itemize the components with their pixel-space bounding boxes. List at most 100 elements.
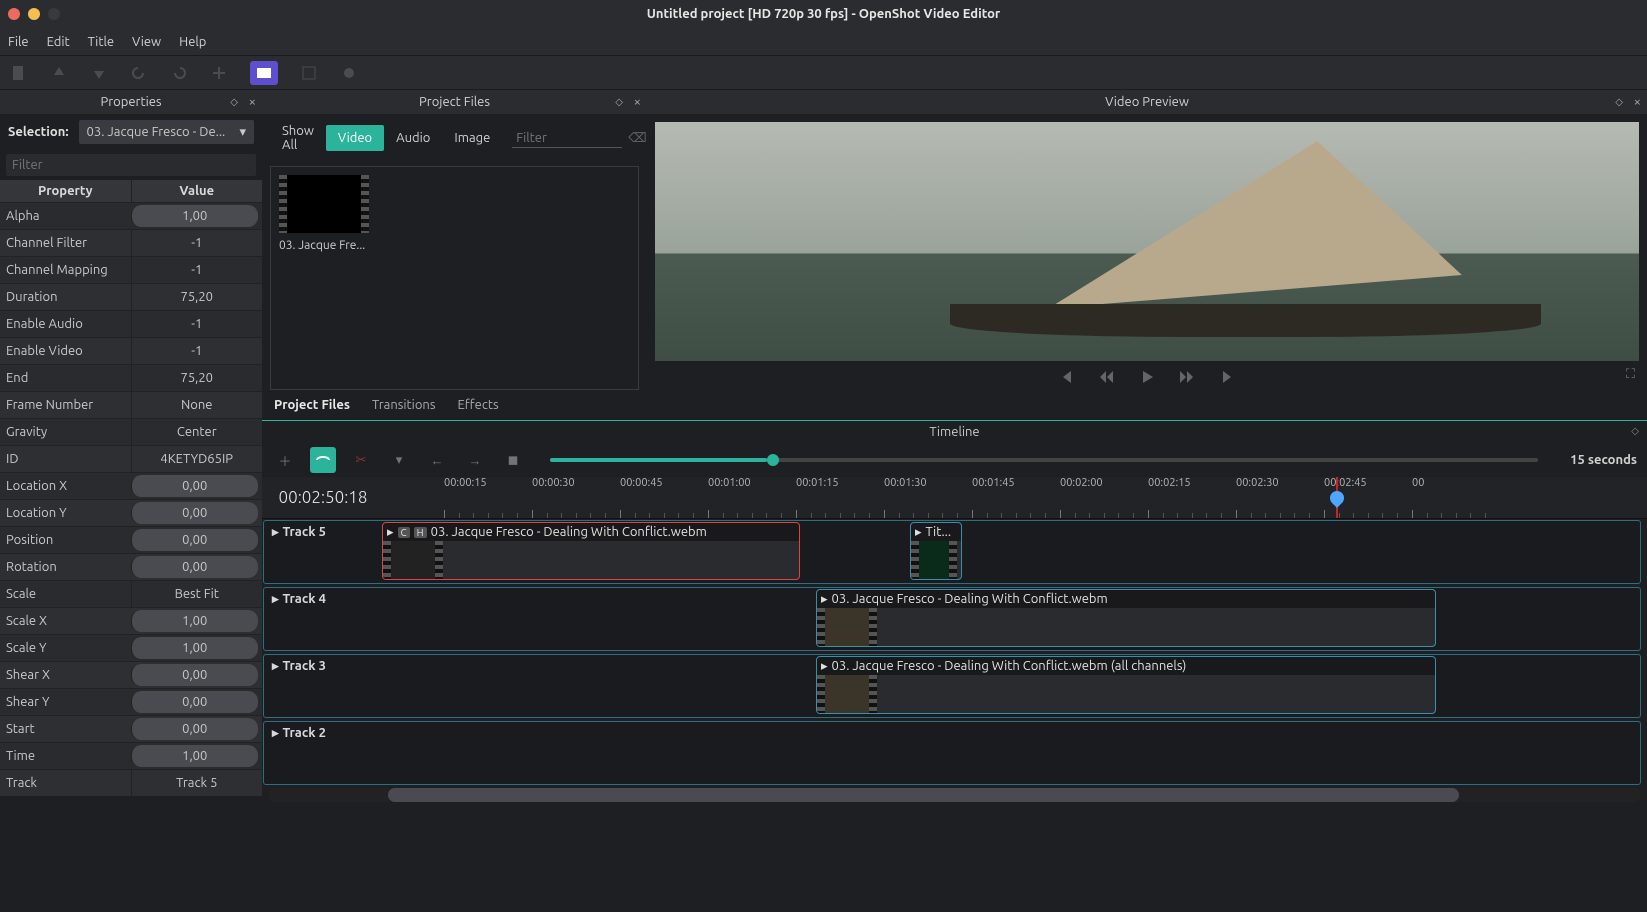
property-row[interactable]: GravityCenter [0,418,262,445]
properties-filter-input[interactable] [6,154,256,176]
timeline-ruler[interactable]: 00:00:1500:00:3000:00:4500:01:0000:01:15… [384,477,1647,518]
property-value[interactable]: Center [131,419,263,445]
property-value[interactable]: 0,00 [131,556,259,578]
maximize-icon[interactable] [48,8,60,20]
property-row[interactable]: Frame NumberNone [0,391,262,418]
menu-edit[interactable]: Edit [47,35,70,49]
property-value[interactable]: 0,00 [131,502,259,524]
menu-file[interactable]: File [8,35,29,49]
forward-icon[interactable] [1179,369,1195,388]
property-value[interactable]: 1,00 [131,745,259,767]
track-expand-icon[interactable]: ▸ [272,659,279,674]
property-value[interactable]: 1,00 [131,637,259,659]
tab-audio[interactable]: Audio [384,125,442,151]
clip-expand-icon[interactable]: ▸ [387,525,394,540]
open-icon[interactable] [50,64,68,82]
property-row[interactable]: End75,20 [0,364,262,391]
property-value[interactable]: 75,20 [131,284,263,310]
files-filter-input[interactable] [512,129,622,148]
property-value[interactable]: 1,00 [131,610,259,632]
property-row[interactable]: Duration75,20 [0,283,262,310]
property-row[interactable]: Scale Y1,00 [0,634,262,661]
files-grid[interactable]: 03. Jacque Fre... [270,166,639,390]
clip[interactable]: ▸ C H 03. Jacque Fresco - Dealing With C… [382,522,800,580]
property-value[interactable]: Best Fit [131,581,263,607]
marker-icon[interactable]: ▾ [386,447,412,473]
track-expand-icon[interactable]: ▸ [272,726,279,741]
property-value[interactable]: 1,00 [131,205,259,227]
property-row[interactable]: ScaleBest Fit [0,580,262,607]
property-value[interactable]: 75,20 [131,365,263,391]
panel-float-icon[interactable]: ◇ [1631,425,1639,437]
rewind-icon[interactable] [1099,369,1115,388]
panel-float-icon[interactable]: ◇ [1615,96,1623,108]
property-row[interactable]: Scale X1,00 [0,607,262,634]
property-row[interactable]: Location Y0,00 [0,499,262,526]
tracks-container[interactable]: ▸Track 5 ▸ C H 03. Jacque Fresco - Deali… [262,519,1647,912]
property-value[interactable]: 0,00 [131,718,259,740]
save-icon[interactable] [90,64,108,82]
menu-help[interactable]: Help [179,35,206,49]
property-row[interactable]: Shear Y0,00 [0,688,262,715]
property-value[interactable]: 0,00 [131,691,259,713]
panel-close-icon[interactable]: × [1634,95,1641,109]
property-value[interactable]: 4KETYD65IP [131,446,263,472]
property-row[interactable]: Enable Audio-1 [0,310,262,337]
undo-icon[interactable] [130,64,148,82]
clear-filter-icon[interactable]: ⌫ [628,131,646,146]
property-value[interactable]: -1 [131,257,263,283]
tab-effects[interactable]: Effects [456,394,501,416]
property-row[interactable]: Location X0,00 [0,472,262,499]
file-item[interactable]: 03. Jacque Fre... [279,175,630,252]
next-marker-icon[interactable]: → [462,447,488,473]
property-row[interactable]: Rotation0,00 [0,553,262,580]
selection-combo[interactable]: 03. Jacque Fresco - De... ▾ [79,120,254,144]
panel-close-icon[interactable]: × [249,95,256,109]
property-row[interactable]: Time1,00 [0,742,262,769]
preview-fullscreen-icon[interactable]: ⛶ [1626,367,1635,382]
track-expand-icon[interactable]: ▸ [272,525,279,540]
menu-view[interactable]: View [132,35,161,49]
tab-transitions[interactable]: Transitions [370,394,438,416]
tab-show-all[interactable]: Show All [270,118,326,158]
property-row[interactable]: Position0,00 [0,526,262,553]
property-value[interactable]: Track 5 [131,770,263,796]
property-value[interactable]: None [131,392,263,418]
export-icon[interactable] [340,64,358,82]
center-playhead-icon[interactable]: ◼ [500,447,526,473]
property-row[interactable]: Start0,00 [0,715,262,742]
property-row[interactable]: Shear X0,00 [0,661,262,688]
prev-marker-icon[interactable]: ← [424,447,450,473]
new-project-icon[interactable] [10,64,28,82]
clip[interactable]: ▸03. Jacque Fresco - Dealing With Confli… [816,589,1436,647]
redo-icon[interactable] [170,64,188,82]
clip-expand-icon[interactable]: ▸ [821,659,828,674]
snap-icon[interactable] [310,447,336,473]
fullscreen-icon[interactable] [300,64,318,82]
minimize-icon[interactable] [28,8,40,20]
jump-start-icon[interactable] [1059,369,1075,388]
menu-title[interactable]: Title [88,35,114,49]
panel-float-icon[interactable]: ◇ [615,96,623,108]
property-value[interactable]: -1 [131,338,263,364]
zoom-slider[interactable] [550,458,1538,462]
jump-end-icon[interactable] [1219,369,1235,388]
razor-icon[interactable]: ✂ [348,447,374,473]
play-icon[interactable] [1139,369,1155,388]
tab-project-files[interactable]: Project Files [272,394,352,416]
close-icon[interactable] [8,8,20,20]
timecode-display[interactable]: 00:02:50:18 [262,477,384,518]
panel-close-icon[interactable]: × [634,95,641,109]
property-row[interactable]: ID4KETYD65IP [0,445,262,472]
tab-image[interactable]: Image [442,125,502,151]
tab-video[interactable]: Video [326,125,384,151]
property-value[interactable]: 0,00 [131,475,259,497]
preview-viewport[interactable] [655,122,1639,361]
property-value[interactable]: -1 [131,311,263,337]
property-value[interactable]: 0,00 [131,529,259,551]
property-value[interactable]: 0,00 [131,664,259,686]
panel-float-icon[interactable]: ◇ [230,96,238,108]
add-track-icon[interactable]: ＋ [272,447,298,473]
track-expand-icon[interactable]: ▸ [272,592,279,607]
property-row[interactable]: Alpha1,00 [0,202,262,229]
